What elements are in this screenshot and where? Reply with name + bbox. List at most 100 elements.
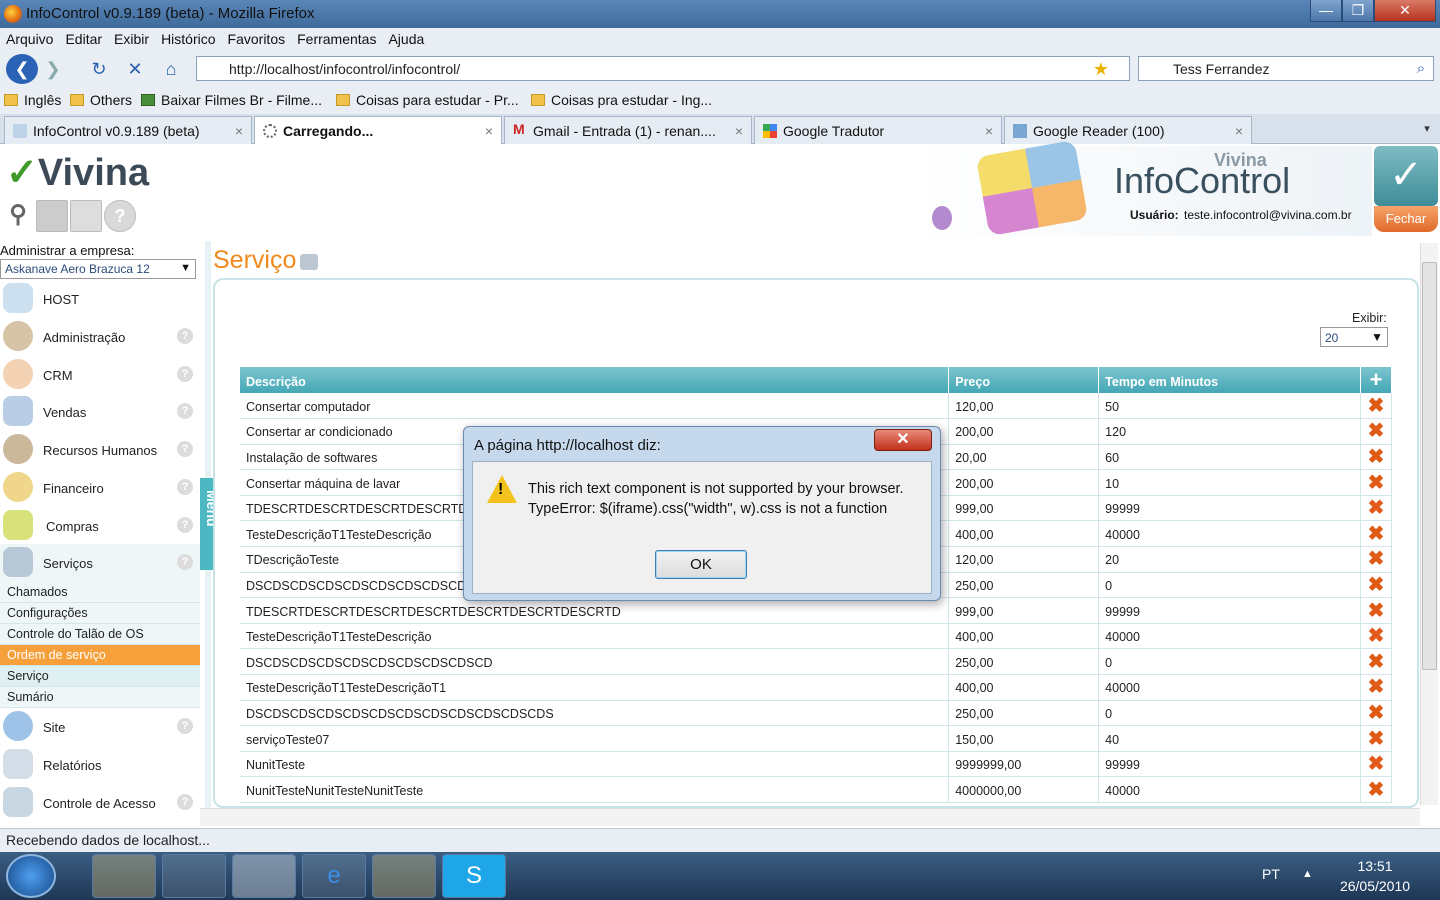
delete-icon[interactable]: ✖	[1360, 725, 1392, 752]
table-row[interactable]: DSCDSCDSCDSCDSCDSCDSCDSCDSCDSCDSCDS 250,0…	[240, 700, 1392, 727]
delete-icon[interactable]: ✖	[1360, 597, 1392, 624]
language-indicator[interactable]: PT	[1262, 866, 1280, 882]
vertical-scrollbar-thumb[interactable]	[1422, 262, 1437, 670]
url-bar[interactable]: http://localhost/infocontrol/infocontrol…	[196, 56, 1130, 81]
table-row[interactable]: DSCDSCDSCDSCDSCDSCDSCDSCDSCD 250,00 0 ✖	[240, 648, 1392, 676]
company-select[interactable]: Askanave Aero Brazuca 12 ▼	[0, 259, 196, 279]
tab-close-icon[interactable]: ×	[235, 123, 243, 139]
table-row[interactable]: NunitTesteNunitTesteNunitTeste 4000000,00…	[240, 776, 1392, 803]
submenu-controle-talao[interactable]: Controle do Talão de OS	[0, 624, 200, 645]
stop-icon[interactable]: ✕	[124, 58, 146, 80]
maximize-button[interactable]: ❐	[1342, 0, 1374, 22]
sidebar-item-administracao[interactable]: Administração?	[0, 318, 200, 356]
menu-arquivo[interactable]: Arquivo	[0, 28, 59, 47]
search-icon[interactable]: ⌕	[1410, 58, 1432, 80]
bookmark-star-icon[interactable]: ★	[1090, 58, 1112, 80]
help-icon[interactable]: ?	[177, 554, 193, 570]
delete-icon[interactable]: ✖	[1360, 520, 1392, 548]
delete-icon[interactable]: ✖	[1360, 418, 1392, 445]
tab-carregando[interactable]: Carregando... ×	[254, 116, 502, 144]
submenu-ordem-servico[interactable]: Ordem de serviço	[0, 645, 200, 666]
menu-editar[interactable]: Editar	[59, 28, 108, 47]
sidebar-item-controle-acesso[interactable]: Controle de Acesso?	[0, 784, 200, 822]
column-header-descricao[interactable]: Descrição	[240, 367, 950, 393]
tab-close-icon[interactable]: ×	[485, 123, 493, 139]
submenu-chamados[interactable]: Chamados	[0, 582, 200, 603]
submenu-configuracoes[interactable]: Configurações	[0, 603, 200, 624]
bookmark-coisas-ingles[interactable]: Coisas pra estudar - Ing...	[531, 92, 712, 108]
sidebar-item-financeiro[interactable]: Financeiro?	[0, 469, 200, 507]
submenu-servico[interactable]: Serviço	[0, 666, 200, 687]
sidebar-item-servicos[interactable]: Serviços?	[0, 544, 200, 582]
delete-icon[interactable]: ✖	[1360, 623, 1392, 650]
menu-exibir[interactable]: Exibir	[108, 28, 155, 47]
sidebar-item-vendas[interactable]: Vendas?	[0, 393, 200, 431]
sidebar-item-relatorios[interactable]: Relatórios	[0, 746, 200, 784]
sidebar-item-crm[interactable]: CRM?	[0, 356, 200, 394]
sidebar-item-recursos-humanos[interactable]: Recursos Humanos?	[0, 431, 200, 469]
column-header-preco[interactable]: Preço	[948, 367, 1100, 393]
menu-ferramentas[interactable]: Ferramentas	[291, 28, 382, 47]
tab-google-reader[interactable]: Google Reader (100) ×	[1004, 116, 1252, 144]
firefox-taskbar-icon[interactable]	[232, 854, 296, 898]
tab-close-icon[interactable]: ×	[1235, 123, 1243, 139]
help-icon[interactable]: ?	[177, 403, 193, 419]
column-header-tempo[interactable]: Tempo em Minutos	[1098, 367, 1361, 393]
taskbar-clock[interactable]: 13:51 26/05/2010	[1320, 856, 1430, 896]
help-icon[interactable]: ?	[177, 794, 193, 810]
close-window-button[interactable]: ✕	[1374, 0, 1436, 22]
table-row[interactable]: TDESCRTDESCRTDESCRTDESCRTDESCRTDESCRTDES…	[240, 597, 1392, 624]
tab-close-icon[interactable]: ×	[985, 123, 993, 139]
horizontal-scrollbar[interactable]	[200, 808, 1420, 826]
delete-icon[interactable]: ✖	[1360, 648, 1392, 676]
bookmark-ingles[interactable]: Inglês	[4, 92, 61, 108]
table-row[interactable]: TesteDescriçãoT1TesteDescriçãoT1 400,00 40…	[240, 674, 1392, 701]
bookmark-coisas-estudar[interactable]: Coisas para estudar - Pr...	[336, 92, 519, 108]
tab-google-tradutor[interactable]: Google Tradutor ×	[754, 116, 1002, 144]
submenu-sumario[interactable]: Sumário	[0, 687, 200, 708]
delete-icon[interactable]: ✖	[1360, 495, 1392, 522]
bookmark-others[interactable]: Others	[70, 92, 132, 108]
tray-expand-icon[interactable]: ▲	[1302, 868, 1313, 880]
delete-icon[interactable]: ✖	[1360, 751, 1392, 778]
tab-gmail[interactable]: M Gmail - Entrada (1) - renan.... ×	[504, 116, 752, 144]
forward-button[interactable]: ❯	[42, 58, 64, 80]
menu-historico[interactable]: Histórico	[155, 28, 221, 47]
reload-icon[interactable]: ↻	[88, 58, 110, 80]
page-size-select[interactable]: 20 ▼	[1320, 327, 1388, 347]
search-icon[interactable]: ⚲	[2, 200, 34, 232]
ok-button[interactable]: OK	[655, 550, 747, 579]
add-icon[interactable]: +	[1360, 367, 1392, 393]
calendar-icon[interactable]	[36, 200, 68, 232]
delete-icon[interactable]: ✖	[1360, 776, 1392, 803]
search-box[interactable]: Tess Ferrandez	[1138, 56, 1434, 81]
sidebar-item-compras[interactable]: Compras?	[0, 507, 200, 545]
table-row[interactable]: Consertar computador 120,00 50 ✖	[240, 393, 1392, 420]
delete-icon[interactable]: ✖	[1360, 393, 1392, 420]
help-icon[interactable]: ?	[177, 718, 193, 734]
help-icon[interactable]: ?	[177, 441, 193, 457]
network-taskbar-icon[interactable]	[162, 854, 226, 898]
table-row[interactable]: NunitTeste 9999999,00 99999 ✖	[240, 751, 1392, 778]
tab-infocontrol[interactable]: InfoControl v0.9.189 (beta) ×	[4, 116, 252, 144]
dialog-close-button[interactable]: ✕	[874, 429, 932, 451]
help-icon[interactable]: ?	[177, 517, 193, 533]
delete-icon[interactable]: ✖	[1360, 546, 1392, 573]
menu-ajuda[interactable]: Ajuda	[382, 28, 430, 47]
back-button[interactable]: ❮	[6, 54, 38, 84]
help-icon[interactable]: ?	[104, 200, 136, 232]
help-icon[interactable]: ?	[177, 366, 193, 382]
help-icon[interactable]: ?	[177, 328, 193, 344]
delete-icon[interactable]: ✖	[1360, 444, 1392, 471]
folder-taskbar-icon[interactable]	[372, 854, 436, 898]
ie-taskbar-icon[interactable]: e	[302, 854, 366, 898]
home-icon[interactable]: ⌂	[160, 58, 182, 80]
skype-taskbar-icon[interactable]: S	[442, 854, 506, 898]
help-icon[interactable]: ?	[177, 479, 193, 495]
table-row[interactable]: serviçoTeste07 150,00 40 ✖	[240, 725, 1392, 752]
start-button[interactable]	[6, 854, 56, 898]
explorer-taskbar-icon[interactable]	[92, 854, 156, 898]
table-row[interactable]: TesteDescriçãoT1TesteDescrição 400,00 4000…	[240, 623, 1392, 650]
tab-close-icon[interactable]: ×	[735, 123, 743, 139]
delete-icon[interactable]: ✖	[1360, 572, 1392, 599]
